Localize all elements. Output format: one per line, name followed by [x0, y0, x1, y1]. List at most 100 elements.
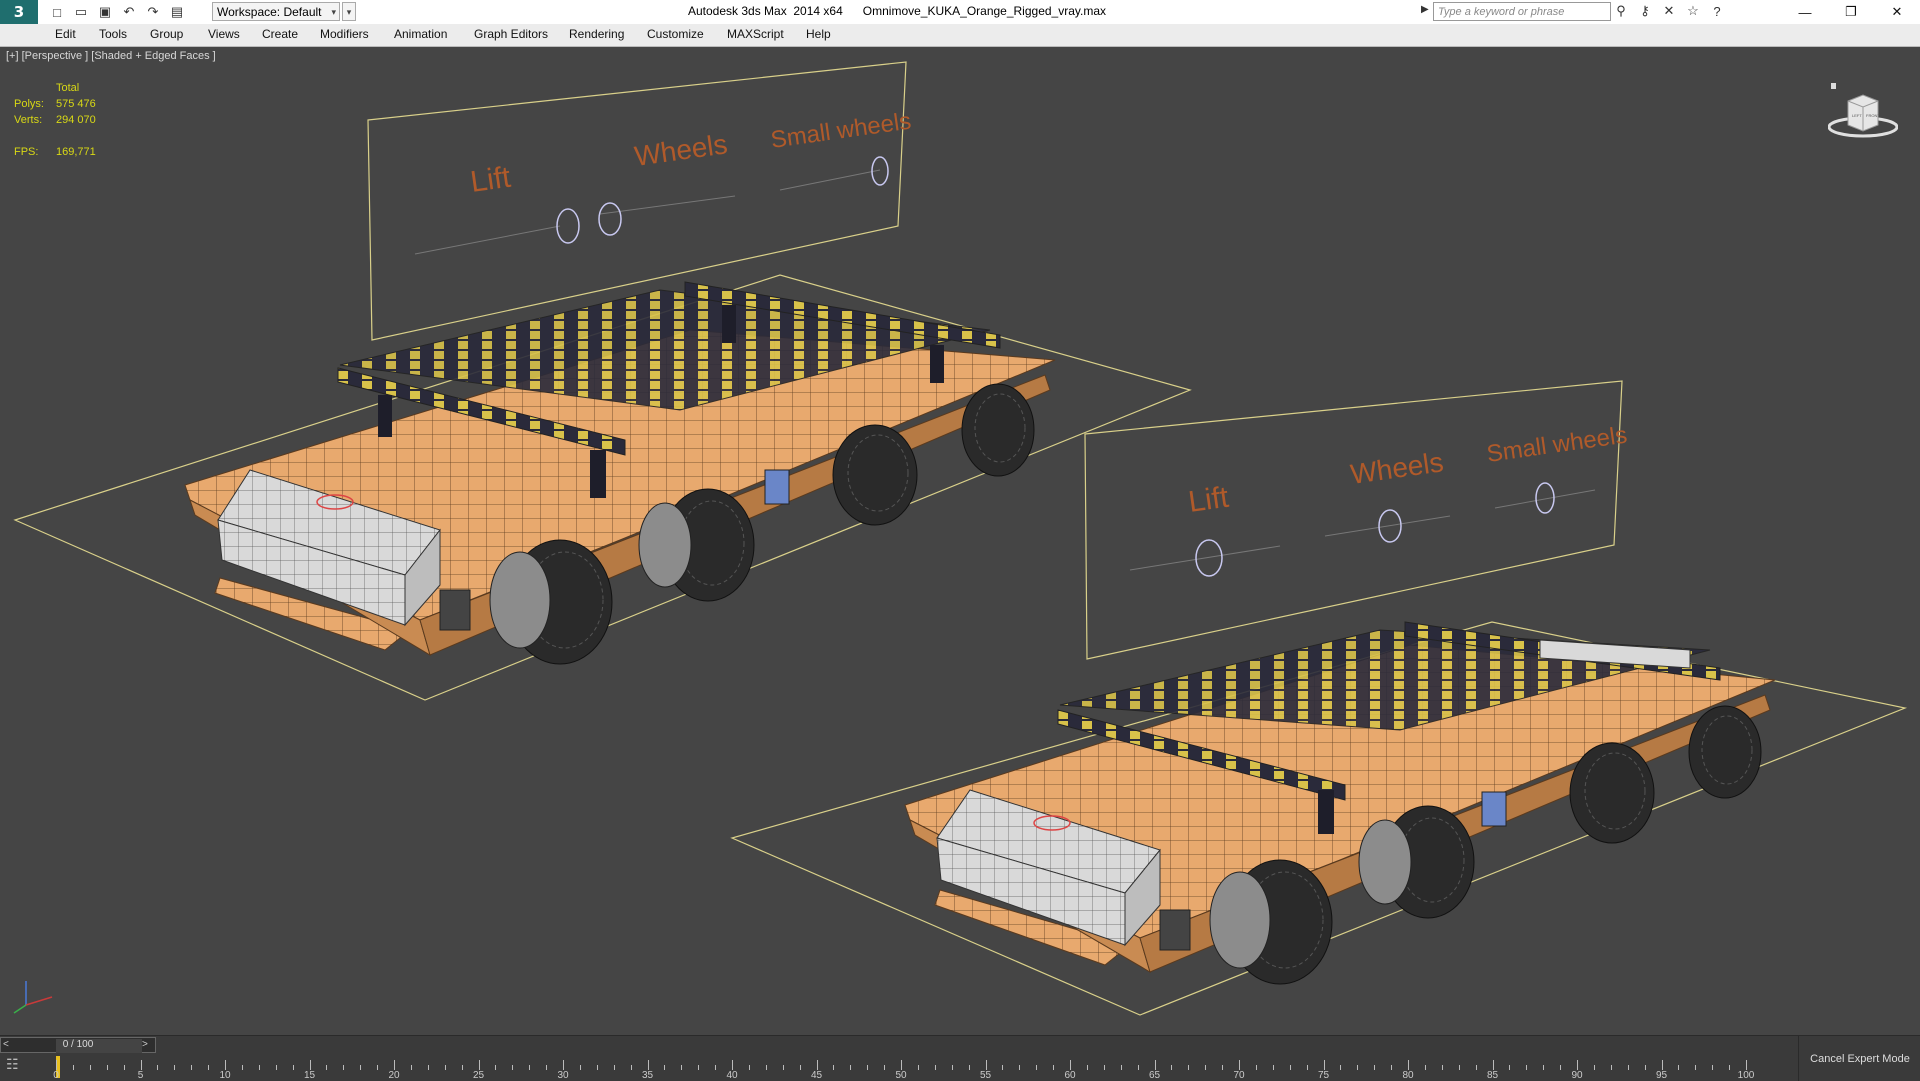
menu-customize[interactable]: Customize — [647, 27, 704, 41]
menu-maxscript[interactable]: MAXScript — [727, 27, 784, 41]
ruler-tick — [1424, 1065, 1426, 1070]
control-panel-lower[interactable]: Lift Wheels Small wheels — [1084, 380, 1629, 660]
open-file-icon[interactable]: ▭ — [72, 3, 90, 21]
project-folder-icon[interactable]: ▤ — [168, 3, 186, 21]
ruler-tick — [715, 1065, 717, 1070]
ruler-tick — [1340, 1065, 1342, 1070]
time-slider[interactable]: < 0 / 100 > — [0, 1037, 156, 1053]
menu-help[interactable]: Help — [806, 27, 831, 41]
toolbar-expand-icon[interactable]: ▾ — [342, 2, 356, 21]
ruler-tick — [1053, 1065, 1055, 1070]
ruler-tick — [1543, 1065, 1545, 1070]
new-file-icon[interactable]: □ — [48, 3, 66, 21]
ruler-tick — [1593, 1065, 1595, 1070]
ruler-tick — [816, 1060, 818, 1070]
ruler-tick — [1475, 1065, 1477, 1070]
undo-icon[interactable]: ↶ — [120, 3, 138, 21]
search-expand-icon[interactable]: ▶ — [1421, 4, 1429, 15]
ruler-tick — [309, 1060, 311, 1070]
label-wheels: Wheels — [1349, 446, 1446, 490]
ruler-label: 80 — [1402, 1070, 1414, 1081]
ruler-tick — [1661, 1060, 1663, 1070]
ruler-tick — [1644, 1065, 1646, 1070]
ruler-tick — [1374, 1065, 1376, 1070]
ruler-tick — [292, 1065, 294, 1070]
restore-button[interactable]: ❐ — [1828, 0, 1874, 24]
mini-curve-editor-icon[interactable]: ☷ — [6, 1056, 34, 1076]
lift-slider-knob[interactable] — [556, 208, 580, 244]
ruler-label: 60 — [1064, 1070, 1076, 1081]
wheels-slider-knob[interactable] — [598, 202, 622, 236]
title-bar: 3 □ ▭ ▣ ↶ ↷ ▤ Workspace: Default ▾ ▾ Auto… — [0, 0, 1920, 25]
menu-rendering[interactable]: Rendering — [569, 27, 624, 41]
ruler-tick — [1357, 1065, 1359, 1070]
window-controls: — ❐ ✕ — [1782, 0, 1920, 24]
star-icon[interactable]: ☆ — [1684, 2, 1702, 20]
ruler-tick — [478, 1060, 480, 1070]
ruler-tick — [1171, 1065, 1173, 1070]
ruler-tick — [1323, 1060, 1325, 1070]
search-input[interactable]: Type a keyword or phrase — [1433, 2, 1611, 21]
ruler-tick — [89, 1065, 91, 1070]
workspace-select[interactable]: Workspace: Default ▾ — [212, 2, 340, 21]
ruler-tick — [782, 1065, 784, 1070]
minimize-button[interactable]: — — [1782, 0, 1828, 24]
ruler-tick — [613, 1065, 615, 1070]
chevron-down-icon: ▾ — [331, 7, 336, 17]
track-bar[interactable]: 0 5 10 15 20 25 30 35 40 45 50 55 60 65 70 75 80 85 90 95 10… — [53, 1054, 1756, 1081]
app-title: Autodesk 3ds Max 2014 x64 — [688, 4, 843, 18]
ruler-tick — [748, 1065, 750, 1070]
menu-animation[interactable]: Animation — [394, 27, 447, 41]
ruler-tick — [579, 1065, 581, 1070]
save-icon[interactable]: ▣ — [96, 3, 114, 21]
ruler-tick — [1272, 1065, 1274, 1070]
robot-upper-left[interactable]: Lift Wheels Small wheels — [13, 61, 1192, 701]
redo-icon[interactable]: ↷ — [144, 3, 162, 21]
menu-create[interactable]: Create — [262, 27, 298, 41]
ruler-tick — [410, 1065, 412, 1070]
ruler-tick — [1746, 1060, 1747, 1070]
ruler-tick — [275, 1065, 277, 1070]
menu-tools[interactable]: Tools — [99, 27, 127, 41]
ruler-tick — [495, 1065, 497, 1070]
menu-views[interactable]: Views — [208, 27, 240, 41]
ruler-label: 65 — [1148, 1070, 1161, 1081]
menu-group[interactable]: Group — [150, 27, 183, 41]
ruler-label: 95 — [1655, 1070, 1668, 1081]
ruler-tick — [512, 1065, 514, 1070]
ruler-label: 75 — [1317, 1070, 1330, 1081]
timeline-panel: < 0 / 100 > ☷ 0 5 10 15 20 25 30 35 40 45 50 55 60 65… — [0, 1035, 1920, 1081]
ruler-label: 70 — [1233, 1070, 1245, 1081]
x-icon[interactable]: ✕ — [1660, 2, 1678, 20]
menu-modifiers[interactable]: Modifiers — [320, 27, 369, 41]
ruler-tick — [174, 1065, 176, 1070]
ruler-tick — [427, 1065, 429, 1070]
ruler-label: 20 — [388, 1070, 400, 1081]
time-next-icon[interactable]: > — [142, 1039, 148, 1050]
ruler-tick — [1695, 1065, 1697, 1070]
ruler-tick — [1002, 1065, 1004, 1070]
ruler-tick — [1086, 1065, 1088, 1070]
lift-slider-knob[interactable] — [1195, 539, 1223, 577]
ruler-tick — [1070, 1060, 1071, 1070]
ruler-tick — [394, 1060, 395, 1070]
menu-graph-editors[interactable]: Graph Editors — [474, 27, 548, 41]
ruler-tick — [1509, 1065, 1511, 1070]
menu-edit[interactable]: Edit — [55, 27, 76, 41]
help-icon[interactable]: ? — [1708, 2, 1726, 20]
ruler-tick — [985, 1060, 987, 1070]
close-button[interactable]: ✕ — [1874, 0, 1920, 24]
ruler-tick — [867, 1065, 869, 1070]
binoculars-icon[interactable]: ⚲ — [1612, 2, 1630, 20]
label-wheels: Wheels — [633, 128, 730, 172]
app-menu-button[interactable]: 3 — [0, 0, 38, 24]
ruler-tick — [934, 1065, 936, 1070]
file-title: Omnimove_KUKA_Orange_Rigged_vray.max — [862, 4, 1107, 18]
key-icon[interactable]: ⚷ — [1636, 2, 1654, 20]
ruler-label: 10 — [219, 1070, 231, 1081]
ruler-tick — [123, 1065, 125, 1070]
ruler-tick — [1239, 1060, 1240, 1070]
perspective-viewport[interactable]: [+] [Perspective ] [Shaded + Edged Faces… — [0, 47, 1920, 1035]
cancel-expert-mode-button[interactable]: Cancel Expert Mode — [1798, 1036, 1920, 1081]
ruler-tick — [1255, 1065, 1257, 1070]
